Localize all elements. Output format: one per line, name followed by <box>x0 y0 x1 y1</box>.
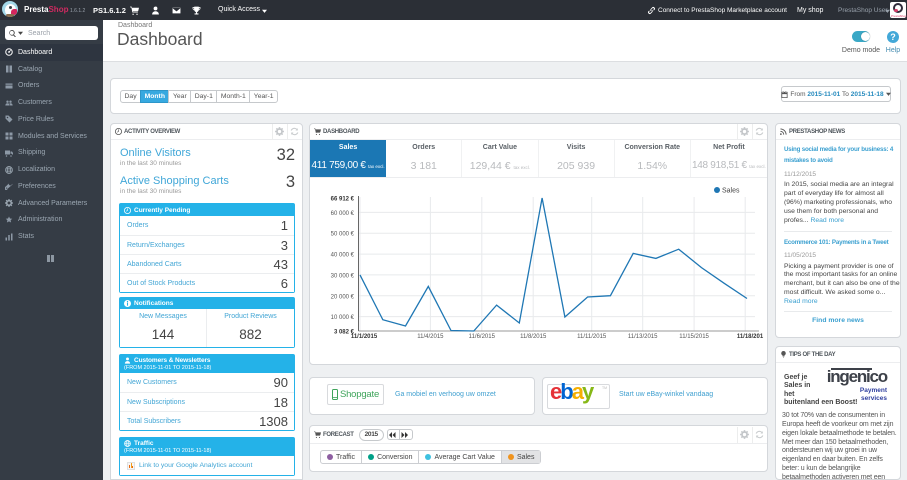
svg-text:11/13/2015: 11/13/2015 <box>628 334 658 340</box>
svg-text:Sales: Sales <box>722 188 740 195</box>
svg-text:60 000 €: 60 000 € <box>331 211 355 217</box>
svg-text:11/1/2015: 11/1/2015 <box>351 334 378 340</box>
svg-text:20 000 €: 20 000 € <box>331 294 355 300</box>
svg-text:11/11/2015: 11/11/2015 <box>577 334 607 340</box>
svg-text:66 912 €: 66 912 € <box>331 197 355 203</box>
svg-text:11/18/201: 11/18/201 <box>737 334 764 340</box>
svg-text:10 000 €: 10 000 € <box>331 315 355 321</box>
svg-text:11/8/2015: 11/8/2015 <box>520 334 547 340</box>
svg-text:50 000 €: 50 000 € <box>331 232 355 238</box>
svg-text:11/4/2015: 11/4/2015 <box>417 334 444 340</box>
svg-text:11/15/2015: 11/15/2015 <box>679 334 709 340</box>
svg-text:40 000 €: 40 000 € <box>331 253 355 259</box>
svg-text:30 000 €: 30 000 € <box>331 273 355 279</box>
svg-text:11/6/2015: 11/6/2015 <box>469 334 496 340</box>
